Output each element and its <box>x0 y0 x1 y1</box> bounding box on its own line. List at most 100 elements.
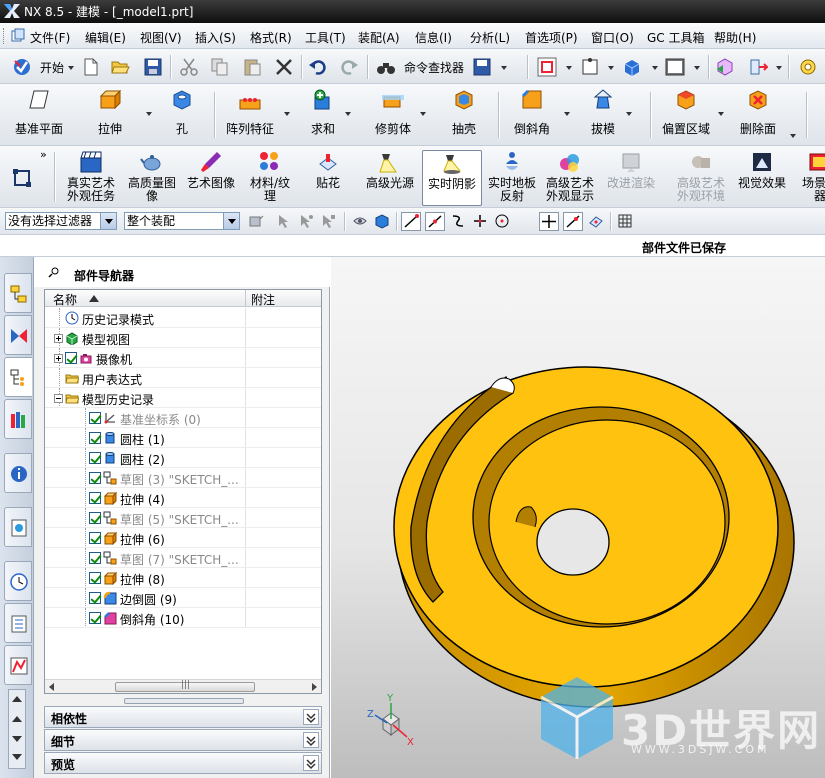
tree-row[interactable]: 边倒圆 (9) <box>45 588 321 608</box>
menu-tools[interactable]: 工具(T) <box>305 29 346 46</box>
chamfer-dropdown-arrow[interactable] <box>564 112 570 116</box>
tree-row[interactable]: 摄像机 <box>45 348 321 368</box>
unite-button[interactable]: 求和 <box>303 88 343 140</box>
visibility-checkbox[interactable] <box>89 452 101 464</box>
trim-dropdown-arrow[interactable] <box>420 112 426 116</box>
hd3d-tools-tab[interactable] <box>4 453 32 493</box>
draft-dropdown-arrow[interactable] <box>626 112 632 116</box>
assembly-filter-icon[interactable] <box>248 213 264 229</box>
expand-chevron-icon[interactable] <box>303 709 319 725</box>
scroll-up-arrow[interactable] <box>12 696 22 702</box>
selection-scope-dropdown-arrow[interactable] <box>223 213 239 229</box>
tree-row[interactable]: 历史记录模式 <box>45 308 321 328</box>
horizontal-scrollbar[interactable]: ||| <box>45 679 321 693</box>
menu-format[interactable]: 格式(R) <box>250 29 292 46</box>
paste-icon[interactable] <box>242 57 262 77</box>
save-dropdown-arrow[interactable] <box>501 66 507 70</box>
shell-button[interactable]: 抽壳 <box>446 88 482 140</box>
tree-row[interactable]: 拉伸 (8) <box>45 568 321 588</box>
expand-icon[interactable] <box>54 334 63 343</box>
menu-help[interactable]: 帮助(H) <box>714 29 756 46</box>
system-materials-tab[interactable] <box>4 603 32 643</box>
orient-view-icon[interactable] <box>580 57 600 77</box>
visibility-checkbox[interactable] <box>89 572 101 584</box>
open-folder-icon[interactable] <box>110 57 130 77</box>
render-style-icon[interactable] <box>622 57 642 77</box>
collapse-icon[interactable] <box>54 394 63 403</box>
orient-dropdown-arrow[interactable] <box>608 66 614 70</box>
visibility-checkbox[interactable] <box>89 552 101 564</box>
materials-textures-button[interactable]: 材料/纹 理 <box>244 150 296 206</box>
doc-menu-icon[interactable] <box>11 28 25 42</box>
menu-edit[interactable]: 编辑(E) <box>85 29 126 46</box>
scroll-up-arrow[interactable] <box>12 716 22 722</box>
snap-view-icon[interactable] <box>748 57 768 77</box>
column-note-header[interactable]: 附注 <box>251 291 275 308</box>
snap-endpoint-toggle[interactable] <box>401 212 421 231</box>
constraint-navigator-tab[interactable] <box>4 315 32 355</box>
tree-row[interactable]: 草图 (5) "SKETCH_... <box>45 508 321 528</box>
pattern-feature-button[interactable]: 阵列特征 <box>222 88 278 140</box>
fit-view-icon[interactable] <box>537 57 557 77</box>
pin-icon[interactable] <box>48 266 60 278</box>
true-studio-task-button[interactable]: 真实艺术 外观任务 <box>62 150 120 206</box>
grid-icon[interactable] <box>618 214 632 228</box>
point-on-face-snap-icon[interactable] <box>588 213 604 229</box>
visual-effects-button[interactable]: 视觉效果 <box>734 150 790 206</box>
tree-row[interactable]: 倒斜角 (10) <box>45 608 321 628</box>
visibility-checkbox[interactable] <box>89 412 101 424</box>
type-filter-dropdown[interactable]: 没有选择过滤器 <box>5 212 117 230</box>
tree-row[interactable]: 拉伸 (4) <box>45 488 321 508</box>
advanced-studio-environment-button[interactable]: 高级艺术 外观环境 <box>672 150 730 206</box>
start-dropdown-arrow[interactable] <box>68 66 74 70</box>
menu-information[interactable]: 信息(I) <box>415 29 452 46</box>
fit-dropdown-arrow[interactable] <box>566 66 572 70</box>
tree-row[interactable]: 草图 (3) "SKETCH_... <box>45 468 321 488</box>
settings-icon[interactable] <box>798 57 818 77</box>
snap-grid-icon[interactable] <box>12 168 32 188</box>
tree-row[interactable]: 拉伸 (6) <box>45 528 321 548</box>
advanced-studio-display-button[interactable]: 高级艺术 外观显示 <box>542 150 598 206</box>
snap-midpoint-toggle[interactable] <box>425 212 445 231</box>
draft-button[interactable]: 拔模 <box>585 88 621 140</box>
menu-view[interactable]: 视图(V) <box>140 29 182 46</box>
show-hide-icon[interactable] <box>352 213 368 229</box>
expand-icon[interactable] <box>54 354 63 363</box>
pattern-dropdown-arrow[interactable] <box>284 112 290 116</box>
floor-reflection-button[interactable]: 实时地板 反射 <box>484 150 540 206</box>
redo-icon[interactable] <box>339 57 359 77</box>
menu-analysis[interactable]: 分析(L) <box>470 29 510 46</box>
offset-dropdown-arrow[interactable] <box>718 112 724 116</box>
web-browser-tab[interactable] <box>4 507 32 547</box>
high-quality-image-button[interactable]: 高质量图 像 <box>124 150 180 206</box>
assembly-navigator-tab[interactable] <box>4 273 32 313</box>
advanced-lights-button[interactable]: 高级光源 <box>362 150 418 206</box>
selection-scope-dropdown[interactable]: 整个装配 <box>124 212 240 230</box>
background-dropdown-arrow[interactable] <box>694 66 700 70</box>
control-point-snap-icon[interactable] <box>450 213 466 229</box>
column-name-header[interactable]: 名称 <box>53 291 77 308</box>
reuse-library-tab[interactable] <box>4 399 32 439</box>
tree-row[interactable]: 基准坐标系 (0) <box>45 408 321 428</box>
snap-dropdown-arrow[interactable] <box>776 66 782 70</box>
menu-grip[interactable] <box>3 28 6 44</box>
dependencies-panel-header[interactable]: 相依性 <box>44 706 322 728</box>
column-divider[interactable] <box>245 290 246 307</box>
decal-button[interactable]: 贴花 <box>306 150 350 206</box>
tree-row[interactable]: 草图 (7) "SKETCH_... <box>45 548 321 568</box>
background-icon[interactable] <box>665 57 685 77</box>
visibility-checkbox[interactable] <box>89 612 101 624</box>
delete-icon[interactable] <box>274 57 294 77</box>
visibility-checkbox[interactable] <box>89 472 101 484</box>
extrude-button[interactable]: 拉伸 <box>86 88 134 140</box>
scroll-left-arrow[interactable] <box>49 683 54 691</box>
copy-icon[interactable] <box>210 57 230 77</box>
save-options-icon[interactable] <box>472 57 492 77</box>
center-hole[interactable] <box>536 508 610 576</box>
select-bodies-icon[interactable] <box>298 213 314 229</box>
visibility-checkbox[interactable] <box>65 352 77 364</box>
tree-row[interactable]: 圆柱 (1) <box>45 428 321 448</box>
process-studio-tab[interactable] <box>4 645 32 685</box>
unite-dropdown-arrow[interactable] <box>345 112 351 116</box>
update-display-icon[interactable] <box>715 57 735 77</box>
